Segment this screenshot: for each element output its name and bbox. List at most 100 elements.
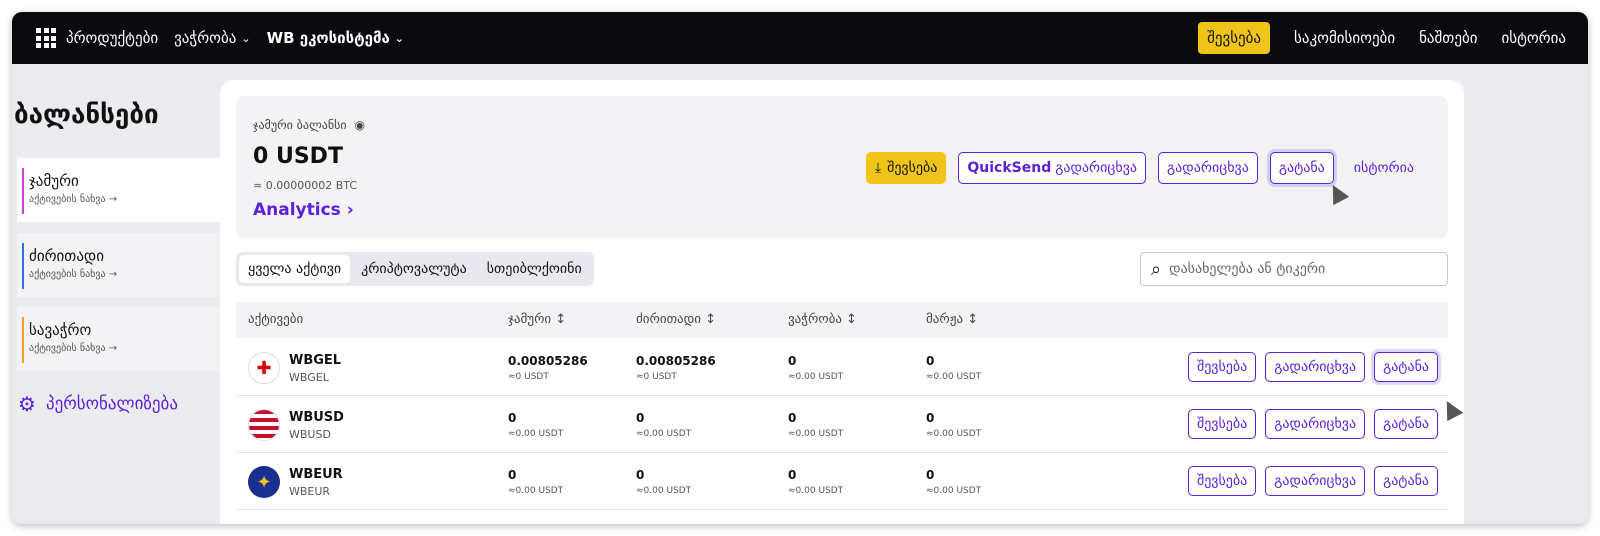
trading-value: 0	[788, 411, 797, 425]
nav-trade[interactable]: ვაჭრობა ⌄	[174, 29, 250, 47]
balance-summary: ჯამური ბალანსი ◉ 0 USDT ≈ 0.00000002 BTC…	[236, 96, 1448, 238]
total-value: 0.00805286	[508, 354, 588, 368]
main-usdt: ≈0 USDT	[636, 372, 677, 382]
balances-panel: ჯამური ბალანსი ◉ 0 USDT ≈ 0.00000002 BTC…	[220, 80, 1464, 524]
row-transfer-button[interactable]: გადარიცხვა	[1265, 466, 1366, 496]
chevron-down-icon: ⌄	[394, 31, 405, 45]
accent-bar	[22, 243, 24, 289]
margin-value: 0	[926, 354, 935, 368]
transfer-button[interactable]: გადარიცხვა	[1158, 152, 1258, 184]
asset-filter-tabs: ყველა აქტივი კრიპტოვალუტა სთეიბლქოინი	[236, 252, 594, 286]
asset-subname: WBUSD	[289, 428, 331, 441]
tab-stablecoin[interactable]: სთეიბლქოინი	[478, 255, 591, 283]
page-title: ბალანსები	[14, 100, 159, 130]
view-assets-link[interactable]: აქტივების ნახვა →	[29, 343, 219, 354]
history-link[interactable]: ისტორია	[1346, 152, 1422, 184]
margin-value: 0	[926, 468, 935, 482]
total-usdt: ≈0.00 USDT	[508, 429, 564, 439]
withdraw-button[interactable]: გატანა	[1269, 152, 1334, 184]
asset-ticker: WBGEL	[289, 353, 342, 368]
deposit-button[interactable]: ⤓ შევსება	[865, 152, 947, 184]
col-margin[interactable]: მარჟა ↕	[926, 312, 978, 327]
nav-ecosystem[interactable]: WB ეკოსისტემა ⌄	[267, 29, 404, 47]
nav-deposit-button[interactable]: შევსება	[1198, 22, 1271, 54]
table-row: WBUSD WBUSD 0 ≈0.00 USDT 0 ≈0.00 USDT 0 ≈0.…	[236, 397, 1448, 453]
view-assets-link[interactable]: აქტივების ნახვა →	[29, 269, 219, 280]
row-withdraw-button[interactable]: გატანა	[1374, 409, 1438, 439]
sidebar-item-main[interactable]: ძირითადი აქტივების ნახვა →	[17, 233, 219, 297]
analytics-link[interactable]: Analytics ›	[253, 200, 354, 220]
asset-ticker: WBUSD	[289, 410, 344, 425]
row-deposit-button[interactable]: შევსება	[1187, 409, 1257, 439]
margin-usdt: ≈0.00 USDT	[926, 372, 982, 382]
search-input[interactable]: ⌕ დასახელება ან ტიკერი	[1140, 252, 1448, 286]
accent-bar	[22, 168, 24, 214]
table-row: ✚ WBGEL WBGEL 0.00805286 ≈0 USDT 0.008052…	[236, 340, 1448, 396]
col-trading[interactable]: ვაჭრობა ↕	[788, 312, 857, 327]
download-icon: ⤓	[874, 160, 882, 176]
main-value: 0.00805286	[636, 354, 716, 368]
row-withdraw-button[interactable]: გატანა	[1374, 352, 1438, 382]
chevron-down-icon: ⌄	[241, 31, 251, 45]
search-icon: ⌕	[1151, 258, 1162, 280]
row-transfer-button[interactable]: გადარიცხვა	[1265, 409, 1366, 439]
row-withdraw-button[interactable]: გატანა	[1374, 466, 1438, 496]
gear-icon: ⚙	[18, 392, 36, 416]
table-row: ✦ WBEUR WBEUR 0 ≈0.00 USDT 0 ≈0.00 USDT 0 ≈…	[236, 454, 1448, 510]
row-deposit-button[interactable]: შევსება	[1187, 466, 1257, 496]
margin-usdt: ≈0.00 USDT	[926, 486, 982, 496]
asset-ticker: WBEUR	[289, 467, 343, 482]
total-usdt: ≈0.00 USDT	[508, 486, 564, 496]
sidebar-item-label: ჯამური	[29, 172, 79, 190]
total-balance-label: ჯამური ბალანსი ◉	[253, 118, 366, 132]
main-usdt: ≈0.00 USDT	[636, 486, 692, 496]
sidebar-item-total[interactable]: ჯამური აქტივების ნახვა →	[17, 158, 225, 222]
nav-products[interactable]: პროდუქტები	[66, 29, 158, 47]
personalize-label: პერსონალიზება	[45, 394, 178, 414]
trading-value: 0	[788, 354, 797, 368]
sidebar-item-label: ძირითადი	[29, 247, 104, 265]
search-placeholder: დასახელება ან ტიკერი	[1169, 261, 1326, 277]
asset-subname: WBEUR	[289, 485, 331, 498]
quicksend-button[interactable]: QuickSend გადარიცხვა	[958, 152, 1147, 184]
chevron-right-icon: ›	[346, 200, 354, 220]
sidebar-item-trading[interactable]: სავაჭრო აქტივების ნახვა →	[17, 307, 219, 371]
personalize-link[interactable]: ⚙ პერსონალიზება	[18, 392, 178, 416]
main-value: 0	[636, 411, 645, 425]
main-usdt: ≈0.00 USDT	[636, 429, 692, 439]
eye-icon[interactable]: ◉	[355, 118, 365, 132]
col-main[interactable]: ძირითადი ↕	[636, 312, 716, 327]
eu-flag-icon: ✦	[248, 466, 280, 498]
tab-crypto[interactable]: კრიპტოვალუტა	[352, 255, 476, 283]
margin-usdt: ≈0.00 USDT	[926, 429, 982, 439]
asset-subname: WBGEL	[289, 371, 329, 384]
btc-equivalent: ≈ 0.00000002 BTC	[253, 179, 357, 192]
total-value: 0	[508, 411, 517, 425]
row-transfer-button[interactable]: გადარიცხვა	[1265, 352, 1366, 382]
total-value: 0	[508, 468, 517, 482]
total-usdt: ≈0 USDT	[508, 372, 549, 382]
view-assets-link[interactable]: აქტივების ნახვა →	[29, 194, 225, 205]
nav-commissions[interactable]: საკომისიოები	[1294, 29, 1395, 47]
trading-usdt: ≈0.00 USDT	[788, 372, 844, 382]
col-assets: აქტივები	[248, 312, 304, 327]
table-header: აქტივები ჯამური ↕ ძირითადი ↕ ვაჭრობა ↕ მ…	[236, 302, 1448, 338]
margin-value: 0	[926, 411, 935, 425]
nav-history[interactable]: ისტორია	[1501, 29, 1566, 47]
tab-all-assets[interactable]: ყველა აქტივი	[239, 255, 351, 283]
top-navbar: პროდუქტები ვაჭრობა ⌄ WB ეკოსისტემა ⌄ შევსე…	[12, 12, 1588, 64]
accent-bar	[22, 317, 24, 363]
mouse-cursor-icon	[1324, 180, 1350, 206]
nav-balances[interactable]: ნაშთები	[1419, 29, 1477, 47]
app-window: პროდუქტები ვაჭრობა ⌄ WB ეკოსისტემა ⌄ შევსე…	[12, 12, 1588, 524]
georgia-flag-icon: ✚	[248, 352, 280, 384]
apps-grid-icon[interactable]	[36, 28, 56, 48]
main-value: 0	[636, 468, 645, 482]
row-deposit-button[interactable]: შევსება	[1187, 352, 1257, 382]
sidebar-item-label: სავაჭრო	[29, 321, 92, 339]
col-total[interactable]: ჯამური ↕	[508, 312, 566, 327]
trading-usdt: ≈0.00 USDT	[788, 429, 844, 439]
usa-flag-icon	[248, 409, 280, 441]
trading-value: 0	[788, 468, 797, 482]
total-balance-value: 0 USDT	[253, 144, 343, 169]
